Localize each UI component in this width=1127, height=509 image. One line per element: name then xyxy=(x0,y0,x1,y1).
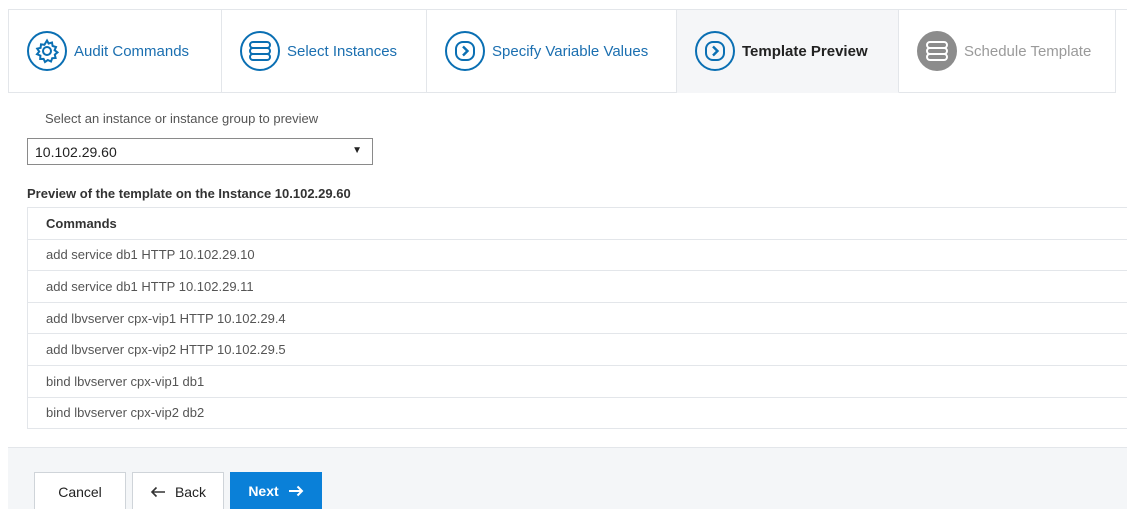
step-specify-variable-values[interactable]: Specify Variable Values xyxy=(427,10,677,93)
cancel-button-label: Cancel xyxy=(58,483,102,500)
table-header: Commands xyxy=(28,208,1127,240)
commands-table: Commands add service db1 HTTP 10.102.29.… xyxy=(27,207,1127,430)
arrow-right-icon xyxy=(288,485,304,497)
table-row: add lbvserver cpx-vip2 HTTP 10.102.29.5 xyxy=(28,334,1127,366)
gear-icon xyxy=(27,31,67,71)
table-row: bind lbvserver cpx-vip2 db2 xyxy=(28,398,1127,430)
step-label: Template Preview xyxy=(742,42,868,60)
arrow-left-icon xyxy=(150,486,166,498)
step-label: Specify Variable Values xyxy=(492,42,649,60)
table-row: add service db1 HTTP 10.102.29.10 xyxy=(28,240,1127,272)
footer-bar: Cancel Back Next xyxy=(8,447,1127,509)
chevron-right-icon xyxy=(445,31,485,71)
next-button[interactable]: Next xyxy=(230,472,322,509)
instance-select-caption: Select an instance or instance group to … xyxy=(45,111,319,126)
cancel-button[interactable]: Cancel xyxy=(34,472,126,509)
step-label: Select Instances xyxy=(287,42,398,60)
instance-select-value: 10.102.29.60 xyxy=(35,143,117,160)
table-row: add service db1 HTTP 10.102.29.11 xyxy=(28,271,1127,303)
server-stack-icon xyxy=(917,31,957,71)
chevron-right-icon xyxy=(695,31,735,71)
step-audit-commands[interactable]: Audit Commands xyxy=(9,10,222,93)
step-select-instances[interactable]: Select Instances xyxy=(222,10,427,93)
next-button-label: Next xyxy=(248,483,279,499)
table-row: bind lbvserver cpx-vip1 db1 xyxy=(28,366,1127,398)
dropdown-arrow-icon: ▼ xyxy=(352,145,362,156)
server-stack-icon xyxy=(240,31,280,71)
preview-title: Preview of the template on the Instance … xyxy=(27,186,351,201)
back-button[interactable]: Back xyxy=(132,472,224,509)
table-row: add lbvserver cpx-vip1 HTTP 10.102.29.4 xyxy=(28,303,1127,335)
step-schedule-template[interactable]: Schedule Template xyxy=(899,10,1116,93)
instance-select[interactable]: 10.102.29.60 ▼ xyxy=(27,138,373,165)
wizard-steps: Audit Commands Select Instances Specify … xyxy=(8,9,1127,93)
step-template-preview[interactable]: Template Preview xyxy=(677,10,899,93)
step-label: Audit Commands xyxy=(74,42,190,60)
step-label: Schedule Template xyxy=(964,42,1092,60)
back-button-label: Back xyxy=(174,483,207,500)
